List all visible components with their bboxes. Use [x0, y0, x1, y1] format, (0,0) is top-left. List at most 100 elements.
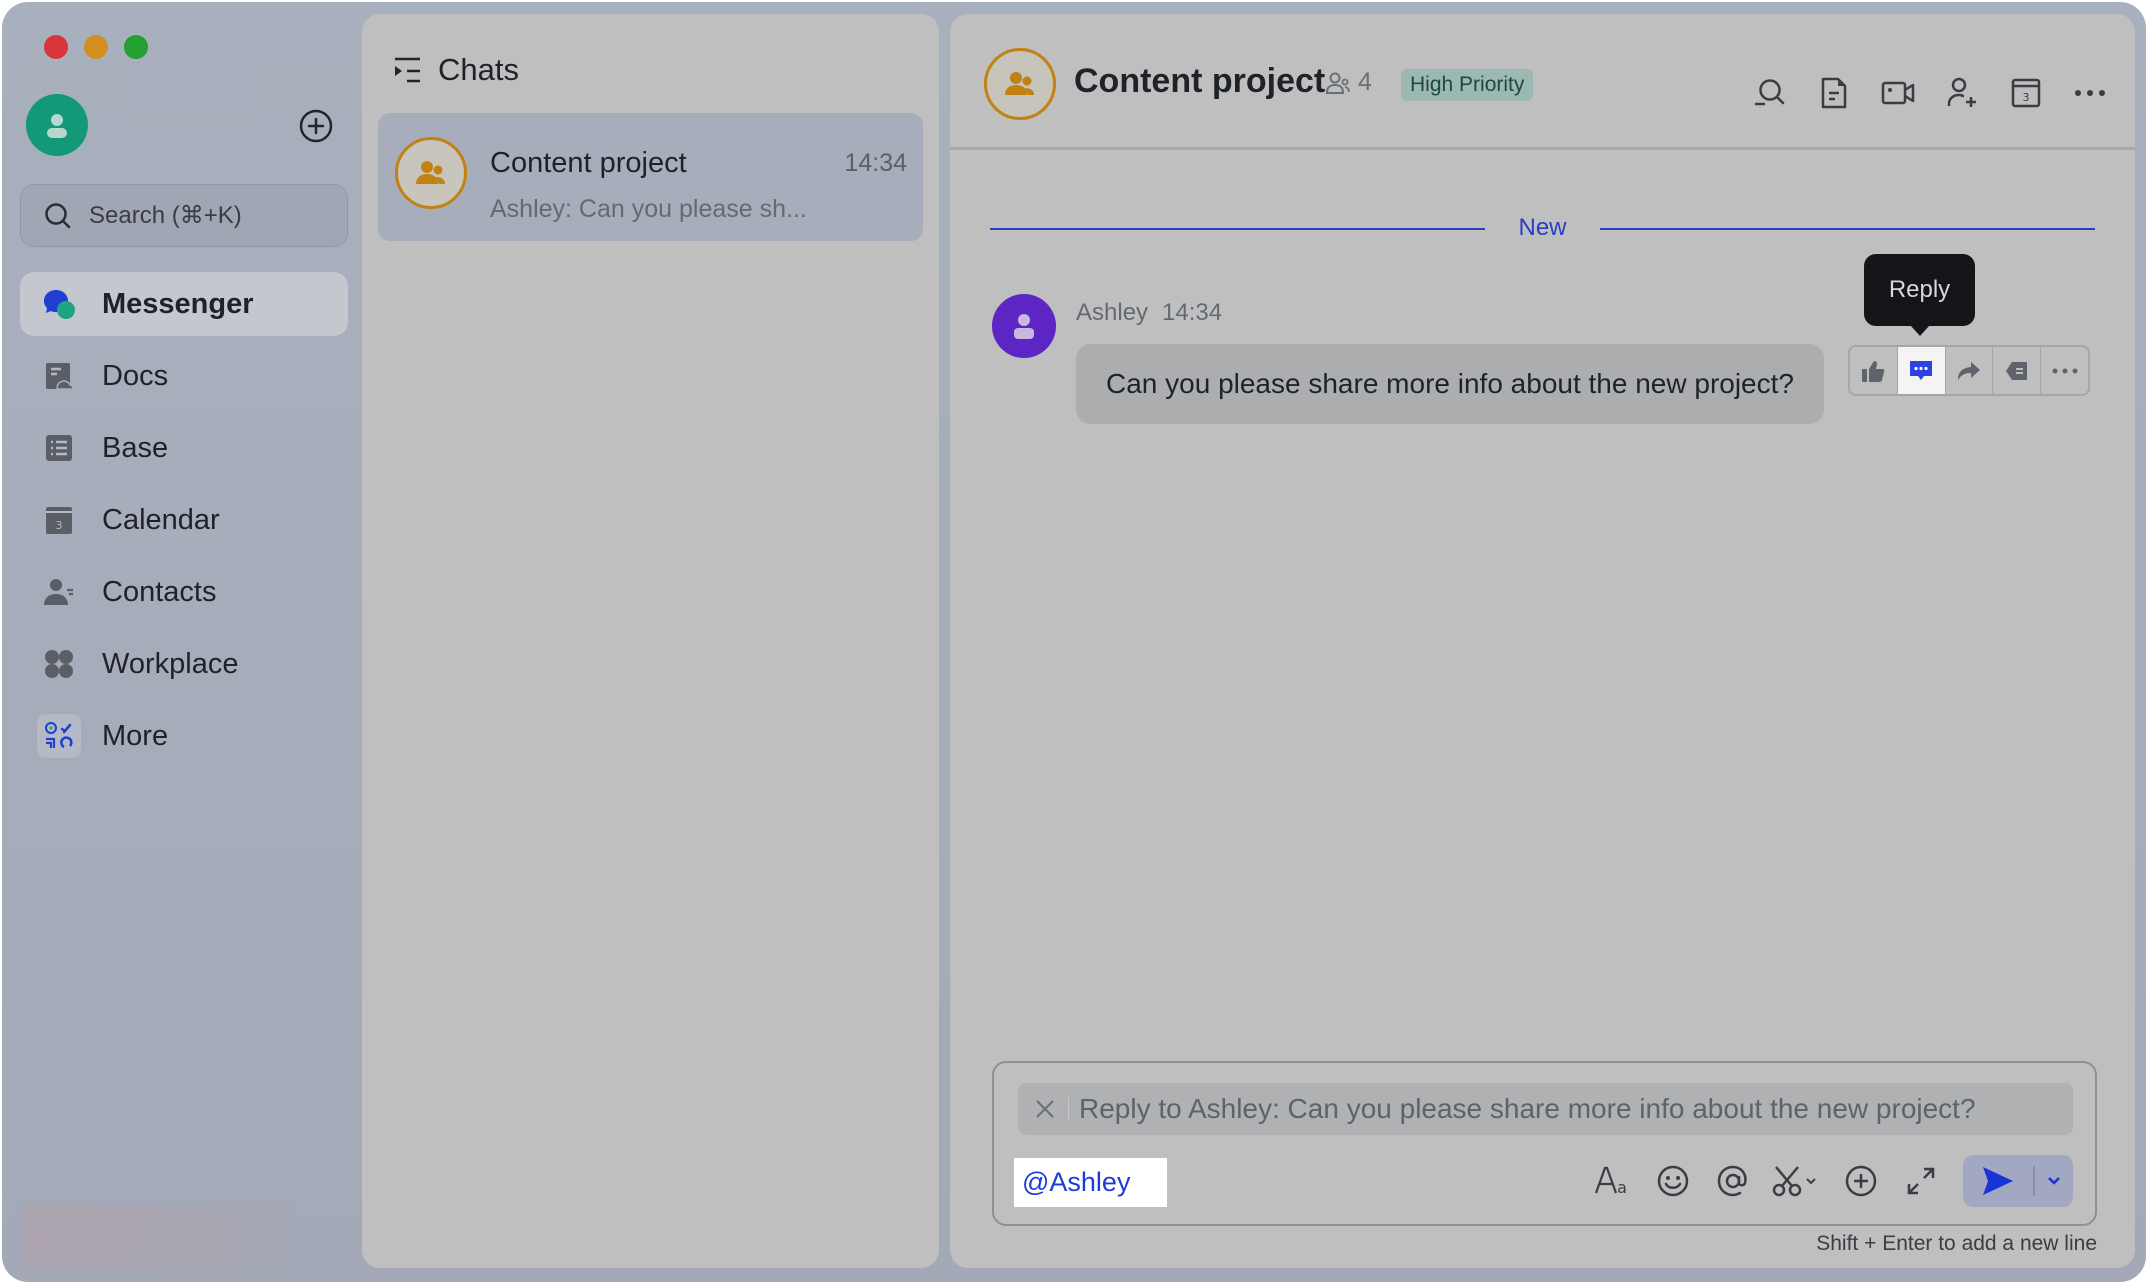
message-time: 14:34 — [1162, 299, 1223, 326]
send-icon — [1983, 1167, 2013, 1195]
thumbs-up-icon — [1862, 360, 1885, 382]
divider-line — [1600, 228, 2095, 230]
screenshot-button[interactable] — [1771, 1159, 1823, 1203]
sidebar-item-label: Workplace — [102, 647, 239, 680]
more-icon — [2075, 90, 2105, 96]
chevron-down-icon — [2048, 1177, 2060, 1185]
more-actions-button[interactable] — [2041, 347, 2088, 394]
user-avatar[interactable] — [26, 94, 88, 156]
contacts-icon — [42, 575, 76, 609]
emoji-button[interactable] — [1651, 1159, 1695, 1203]
video-call-button[interactable] — [1881, 76, 1915, 110]
minimize-window-button[interactable] — [84, 35, 108, 59]
user-avatar-icon — [1014, 314, 1034, 339]
sidebar-nav: Messenger Docs Base 3 Calendar Contacts … — [20, 272, 348, 776]
sidebar-item-label: Docs — [102, 359, 169, 392]
sidebar-item-workplace[interactable]: Workplace — [20, 632, 348, 696]
docs-button[interactable] — [1817, 76, 1851, 110]
group-avatar — [395, 137, 467, 209]
close-icon — [1036, 1100, 1054, 1118]
reply-icon — [1910, 360, 1933, 380]
new-messages-divider: New — [990, 214, 2095, 244]
sidebar-item-messenger[interactable]: Messenger — [20, 272, 348, 336]
search-history-button[interactable] — [1753, 76, 1787, 110]
add-attachment-button[interactable] — [1839, 1159, 1883, 1203]
add-member-icon — [1947, 77, 1976, 107]
emoji-icon — [1657, 1165, 1689, 1197]
chat-item-title: Content project — [490, 147, 687, 179]
chat-header-toolbar: 3 — [1753, 76, 2107, 110]
group-icon — [1005, 72, 1034, 95]
mention-icon — [1717, 1165, 1747, 1197]
search-input[interactable]: Search (⌘+K) — [20, 184, 348, 247]
message-meta: Ashley 14:34 — [1076, 299, 1222, 327]
app-window: Search (⌘+K) Messenger Docs Base 3 Calen… — [2, 2, 2146, 1282]
sidebar-item-label: Contacts — [102, 575, 217, 608]
docs-icon — [42, 359, 76, 393]
group-avatar[interactable] — [984, 48, 1056, 120]
workplace-icon — [42, 647, 76, 681]
priority-badge: High Priority — [1401, 69, 1534, 101]
send-button-group — [1963, 1155, 2073, 1207]
more-icon — [2052, 368, 2078, 373]
composer-hint: Shift + Enter to add a new line — [1816, 1232, 2097, 1255]
close-window-button[interactable] — [44, 35, 68, 59]
reply-tooltip: Reply — [1864, 254, 1975, 336]
user-avatar-icon — [47, 114, 67, 138]
sidebar-item-docs[interactable]: Docs — [20, 344, 348, 408]
messenger-icon — [42, 287, 76, 321]
add-button[interactable] — [298, 108, 334, 144]
base-icon — [42, 431, 76, 465]
sender-avatar[interactable] — [992, 294, 1056, 358]
send-options-button[interactable] — [2035, 1155, 2073, 1207]
expand-editor-button[interactable] — [1899, 1159, 1943, 1203]
reply-button[interactable] — [1897, 347, 1946, 394]
chats-title: Chats — [438, 52, 519, 87]
chat-item-time: 14:34 — [844, 149, 907, 177]
sidebar-item-contacts[interactable]: Contacts — [20, 560, 348, 624]
more-options-button[interactable] — [2073, 76, 2107, 110]
sender-name[interactable]: Ashley — [1076, 299, 1148, 326]
calendar-icon: 3 — [42, 503, 76, 537]
chat-title: Content project — [1074, 62, 1326, 100]
collapse-list-icon[interactable] — [394, 56, 422, 84]
calendar-icon: 3 — [2011, 78, 2041, 108]
members-icon — [1326, 72, 1350, 94]
calendar-button[interactable]: 3 — [2009, 76, 2043, 110]
svg-text:a: a — [1617, 1178, 1627, 1197]
search-placeholder: Search (⌘+K) — [89, 202, 242, 229]
group-icon — [416, 161, 445, 184]
message-bubble[interactable]: Can you please share more info about the… — [1076, 344, 1824, 424]
send-button[interactable] — [1963, 1155, 2033, 1207]
chat-item-preview: Ashley: Can you please sh... — [490, 195, 807, 223]
svg-text:3: 3 — [2023, 91, 2030, 104]
more-apps-icon — [37, 714, 81, 758]
cancel-reply-button[interactable] — [1030, 1094, 1060, 1124]
chats-panel: Chats Content project 14:34 Ashley: Can … — [362, 14, 939, 1268]
plus-circle-icon — [299, 109, 333, 143]
screenshot-icon — [1772, 1166, 1816, 1197]
maximize-window-button[interactable] — [124, 35, 148, 59]
sidebar-item-calendar[interactable]: 3 Calendar — [20, 488, 348, 552]
forward-button[interactable] — [1946, 347, 1994, 394]
message-input[interactable]: @Ashley — [1014, 1158, 1167, 1207]
reply-preview-text: Reply to Ashley: Can you please share mo… — [1079, 1093, 1976, 1124]
mention-button[interactable] — [1711, 1159, 1755, 1203]
composer-toolbar: a — [1575, 1155, 2073, 1207]
add-member-button[interactable] — [1945, 76, 1979, 110]
add-icon — [1845, 1165, 1877, 1197]
text-format-button[interactable]: a — [1591, 1159, 1635, 1203]
sidebar-item-base[interactable]: Base — [20, 416, 348, 480]
chat-list-item[interactable]: Content project 14:34 Ashley: Can you pl… — [378, 113, 923, 241]
quote-button[interactable] — [1993, 347, 2042, 394]
forward-icon — [1957, 361, 1980, 380]
document-icon — [1821, 77, 1847, 109]
sidebar-item-more[interactable]: More — [20, 704, 348, 768]
like-button[interactable] — [1850, 347, 1898, 394]
sidebar-item-label: Calendar — [102, 503, 220, 536]
member-count[interactable]: 4 — [1326, 68, 1372, 97]
mention-tag: @Ashley — [1022, 1167, 1131, 1197]
member-count-value: 4 — [1358, 68, 1372, 96]
text-format-icon: a — [1594, 1166, 1627, 1197]
window-controls — [44, 35, 148, 59]
